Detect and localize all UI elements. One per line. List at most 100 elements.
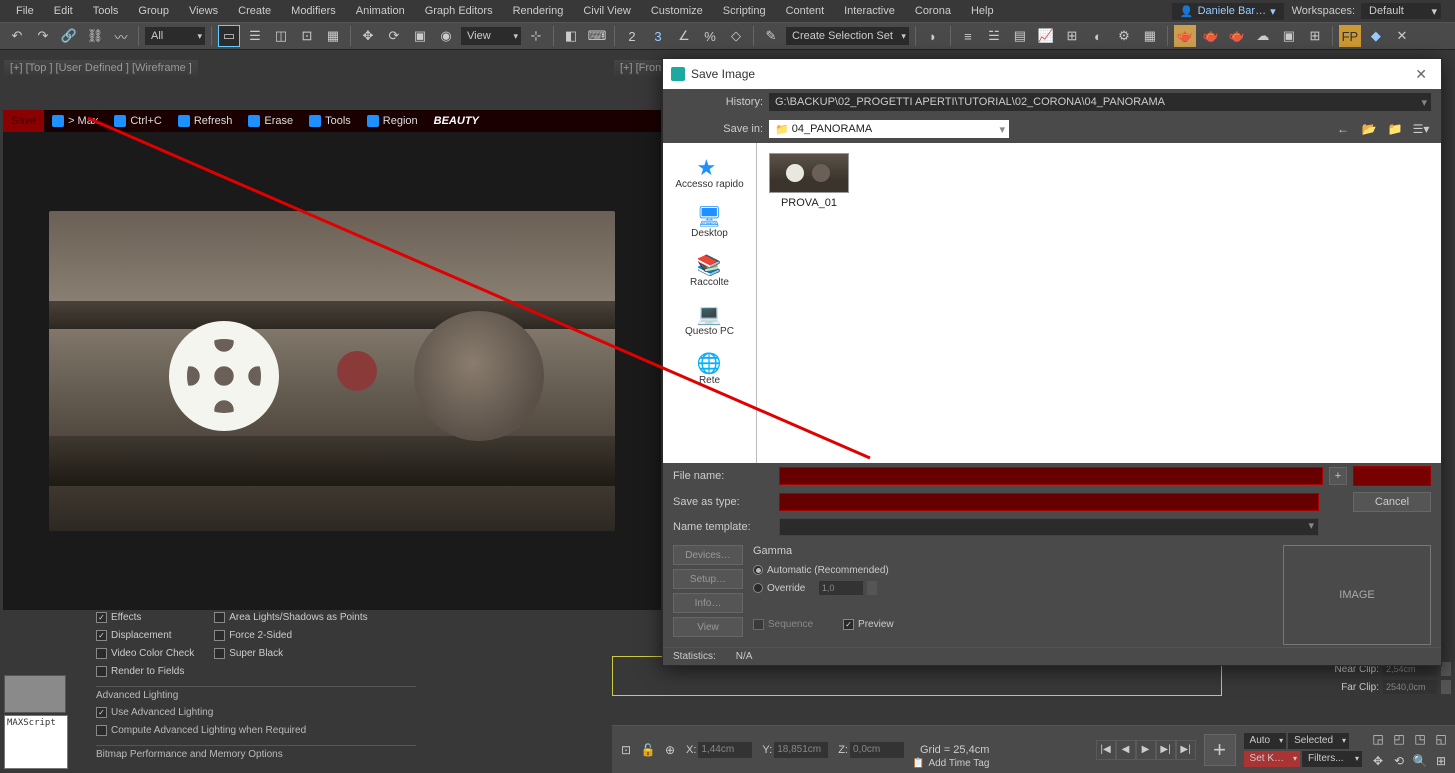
menu-corona[interactable]: Corona (905, 1, 961, 21)
move-button[interactable]: ✥ (357, 25, 379, 47)
gamma-override-input[interactable]: 1,0 (819, 581, 863, 595)
save-button[interactable]: Save (1353, 466, 1431, 486)
toggle-ribbon-button[interactable]: ▤ (1009, 25, 1031, 47)
rotate-button[interactable]: ⟳ (383, 25, 405, 47)
cancel-button[interactable]: Cancel (1353, 492, 1431, 512)
play-button[interactable]: ▶ (1136, 740, 1156, 760)
menu-create[interactable]: Create (228, 1, 281, 21)
render-activeshade-button[interactable]: 🫖 (1226, 25, 1248, 47)
history-dropdown[interactable]: G:\BACKUP\02_PROGETTI APERTI\TUTORIAL\02… (769, 93, 1431, 111)
file-name-plus-button[interactable]: + (1329, 467, 1347, 485)
place-quick-access[interactable]: ★Accesso rapido (663, 151, 756, 194)
goto-end-button[interactable]: ▶| (1176, 740, 1196, 760)
file-list[interactable]: PROVA_01 (757, 143, 1441, 463)
menu-edit[interactable]: Edit (44, 1, 83, 21)
layers-button[interactable]: ☱ (983, 25, 1005, 47)
vp-nav-icon[interactable]: ◱ (1431, 729, 1451, 749)
menu-customize[interactable]: Customize (641, 1, 713, 21)
menu-rendering[interactable]: Rendering (503, 1, 574, 21)
use-pivot-button[interactable]: ⊹ (525, 25, 547, 47)
vp-nav-icon[interactable]: ⊞ (1431, 751, 1451, 771)
cfb-copy-button[interactable]: Ctrl+C (106, 110, 169, 132)
redo-button[interactable]: ↷ (32, 25, 54, 47)
add-time-tag[interactable]: Add Time Tag (928, 758, 989, 769)
prev-frame-button[interactable]: ◀ (1116, 740, 1136, 760)
bind-button[interactable]: 〰 (110, 25, 132, 47)
coord-z-input[interactable]: 0,0cm (850, 742, 904, 758)
selection-set-dropdown[interactable]: Create Selection Set (786, 27, 909, 45)
select-region-window-button[interactable]: ⊡ (296, 25, 318, 47)
vp-nav-icon[interactable]: ◲ (1368, 729, 1388, 749)
cfb-to-max-button[interactable]: > Max (44, 110, 106, 132)
savein-dropdown[interactable]: 📁 04_PANORAMA (769, 120, 1009, 138)
info-button[interactable]: Info… (673, 593, 743, 613)
new-folder-icon[interactable]: 📁 (1385, 119, 1405, 139)
opt-video-color-check[interactable]: Video Color Check (96, 644, 194, 662)
render-iterate-button[interactable]: 🫖 (1200, 25, 1222, 47)
coord-y-input[interactable]: 18,851cm (774, 742, 828, 758)
render-frame-button[interactable]: ▦ (1139, 25, 1161, 47)
view-menu-icon[interactable]: ☰▾ (1411, 119, 1431, 139)
percent-snap-button[interactable]: % (699, 25, 721, 47)
place-desktop[interactable]: 🖥Desktop (663, 200, 756, 243)
coord-x-input[interactable]: 1,44cm (698, 742, 752, 758)
material-editor-button[interactable]: ◐ (1087, 25, 1109, 47)
select-region-rect-button[interactable]: ◫ (270, 25, 292, 47)
maxscript-listener[interactable]: MAXScript (4, 715, 68, 769)
viewport-label[interactable]: [+] [Top ] [User Defined ] [Wireframe ] (4, 60, 198, 76)
place-network[interactable]: 🌐Rete (663, 347, 756, 390)
save-as-type-dropdown[interactable] (779, 493, 1319, 511)
keyboard-shortcut-button[interactable]: ⌨ (586, 25, 608, 47)
back-icon[interactable]: ← (1333, 119, 1353, 139)
place-libraries[interactable]: 📚Raccolte (663, 249, 756, 292)
selection-filter-dropdown[interactable]: All (145, 27, 205, 45)
opt-displacement[interactable]: ✓Displacement (96, 626, 194, 644)
scale-button[interactable]: ▣ (409, 25, 431, 47)
menu-interactive[interactable]: Interactive (834, 1, 905, 21)
vp-nav-icon[interactable]: ⟲ (1389, 751, 1409, 771)
unlink-button[interactable]: ⛓ (84, 25, 106, 47)
autokey-button[interactable]: Auto (1244, 733, 1287, 749)
absolute-mode-icon[interactable]: ⊕ (660, 740, 680, 760)
opt-effects[interactable]: ✓Effects (96, 608, 194, 626)
view-button[interactable]: View (673, 617, 743, 637)
isolate-selection-icon[interactable]: ⊡ (616, 740, 636, 760)
render-prod-button[interactable]: 🫖 (1174, 25, 1196, 47)
mirror-button[interactable]: ◗ (922, 25, 944, 47)
opt-force-2sided[interactable]: Force 2-Sided (214, 626, 367, 644)
vp-nav-icon[interactable]: ◳ (1410, 729, 1430, 749)
devices-button[interactable]: Devices… (673, 545, 743, 565)
vp-nav-icon[interactable]: ✥ (1368, 751, 1388, 771)
link-button[interactable]: 🔗 (58, 25, 80, 47)
render-setup-button[interactable]: ⚙ (1113, 25, 1135, 47)
place-this-pc[interactable]: 💻Questo PC (663, 298, 756, 341)
select-by-name-button[interactable]: ☰ (244, 25, 266, 47)
forest-pack-button[interactable]: FP (1339, 25, 1361, 47)
menu-file[interactable]: File (6, 1, 44, 21)
opt-area-lights[interactable]: Area Lights/Shadows as Points (214, 608, 367, 626)
file-item[interactable]: PROVA_01 (767, 153, 851, 209)
cfb-region-button[interactable]: Region (359, 110, 426, 132)
gamma-override-radio[interactable]: Override 1,0 (753, 579, 1273, 597)
selection-lock-icon[interactable]: 🔓 (638, 740, 658, 760)
user-account[interactable]: 👤Daniele Bar…▾ (1172, 3, 1284, 20)
opt-compute-adv-lighting[interactable]: Compute Advanced Lighting when Required (96, 721, 416, 739)
workspaces-dropdown[interactable]: Default (1361, 3, 1441, 19)
name-template-dropdown[interactable]: ▾ (779, 518, 1319, 536)
close-icon[interactable]: ✕ (1409, 66, 1433, 83)
file-name-input[interactable] (779, 467, 1323, 485)
spinner-icon[interactable] (867, 581, 877, 595)
menu-views[interactable]: Views (179, 1, 228, 21)
gamma-auto-radio[interactable]: Automatic (Recommended) (753, 561, 1273, 579)
menu-help[interactable]: Help (961, 1, 1004, 21)
undo-button[interactable]: ↶ (6, 25, 28, 47)
vp-nav-icon[interactable]: 🔍 (1410, 751, 1430, 771)
cfb-erase-button[interactable]: Erase (240, 110, 301, 132)
time-config-button[interactable]: + (1204, 734, 1236, 766)
next-frame-button[interactable]: ▶| (1156, 740, 1176, 760)
schematic-view-button[interactable]: ⊞ (1061, 25, 1083, 47)
sequence-checkbox[interactable]: Sequence (753, 619, 813, 630)
key-filter-dropdown[interactable]: Selected (1288, 733, 1349, 749)
opt-super-black[interactable]: Super Black (214, 644, 367, 662)
open-autodesk-button[interactable]: ▣ (1278, 25, 1300, 47)
